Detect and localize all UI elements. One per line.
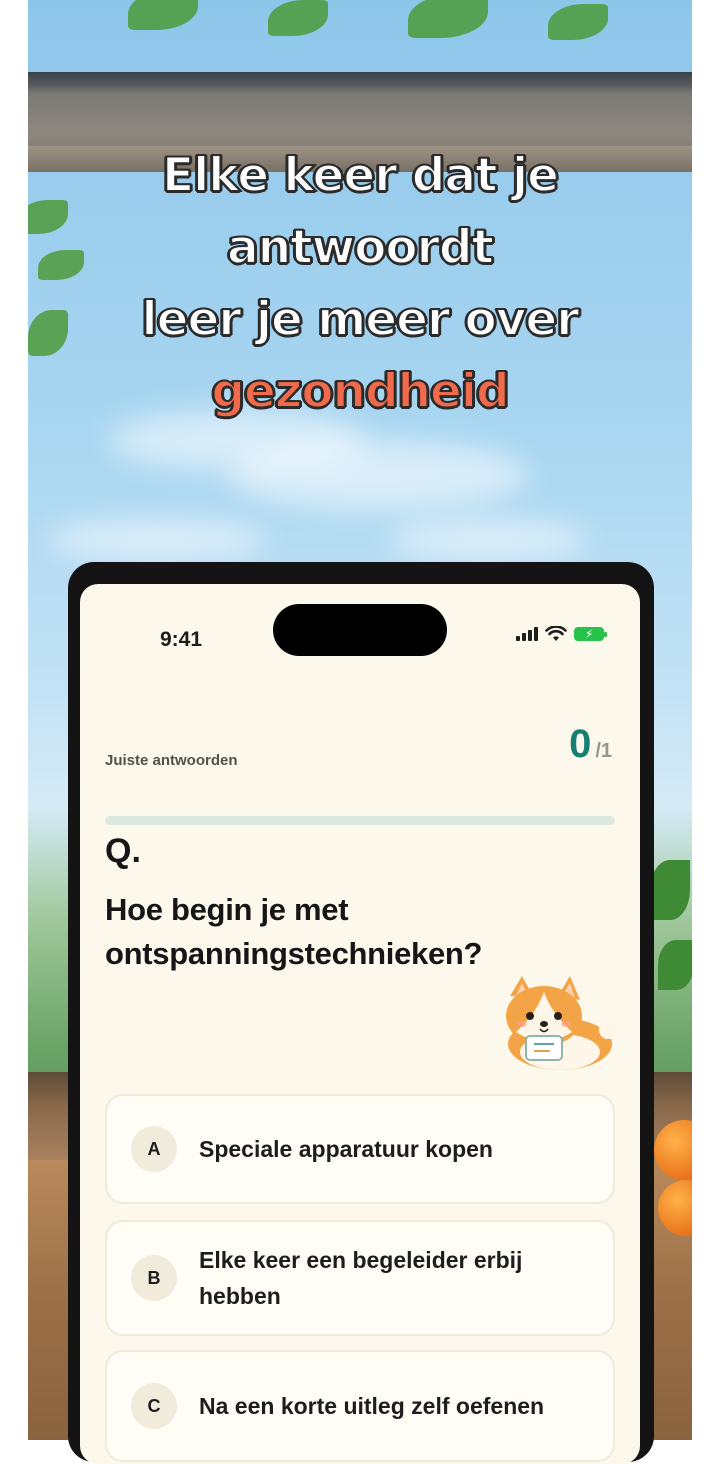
- phone-screen: 9:41 ⚡ Juiste antwoorden 0 /1 Q. Hoe beg…: [80, 584, 640, 1464]
- score-label: Juiste antwoorden: [105, 752, 238, 769]
- answer-option-b[interactable]: B Elke keer een begeleider erbij hebben: [105, 1220, 615, 1336]
- question-marker: Q.: [105, 832, 141, 870]
- wifi-icon: [545, 626, 567, 641]
- status-time: 9:41: [160, 628, 203, 651]
- score-total: /1: [595, 740, 612, 762]
- option-text: Speciale apparatuur kopen: [199, 1136, 493, 1162]
- headline-accent: gezondheid: [210, 363, 510, 420]
- option-letter: B: [131, 1255, 177, 1301]
- score-correct: 0: [569, 722, 592, 766]
- score-counter: 0 /1: [569, 722, 612, 767]
- status-icons: ⚡: [516, 626, 607, 642]
- phone-frame: 9:41 ⚡ Juiste antwoorden 0 /1 Q. Hoe beg…: [68, 562, 654, 1464]
- progress-bar: [105, 816, 615, 825]
- option-text: Na een korte uitleg zelf oefenen: [199, 1393, 545, 1419]
- question-text: Hoe begin je met ontspanningstechnieken?: [105, 892, 483, 971]
- option-text: Elke keer een begeleider erbij hebben: [199, 1247, 523, 1309]
- answer-option-c[interactable]: C Na een korte uitleg zelf oefenen: [105, 1350, 615, 1462]
- promo-headline: Elke keer dat je antwoordt leer je meer …: [28, 140, 692, 428]
- headline-line-1: Elke keer dat je: [161, 147, 560, 204]
- option-letter: C: [131, 1383, 177, 1429]
- signal-icon: [516, 627, 538, 641]
- headline-line-3: leer je meer over: [140, 291, 580, 348]
- corgi-mascot-icon: [506, 976, 617, 1070]
- battery-charging-icon: ⚡: [574, 627, 607, 641]
- answer-option-a[interactable]: A Speciale apparatuur kopen: [105, 1094, 615, 1204]
- dynamic-island: [273, 604, 447, 656]
- headline-line-2: antwoordt: [226, 219, 495, 276]
- option-letter: A: [131, 1126, 177, 1172]
